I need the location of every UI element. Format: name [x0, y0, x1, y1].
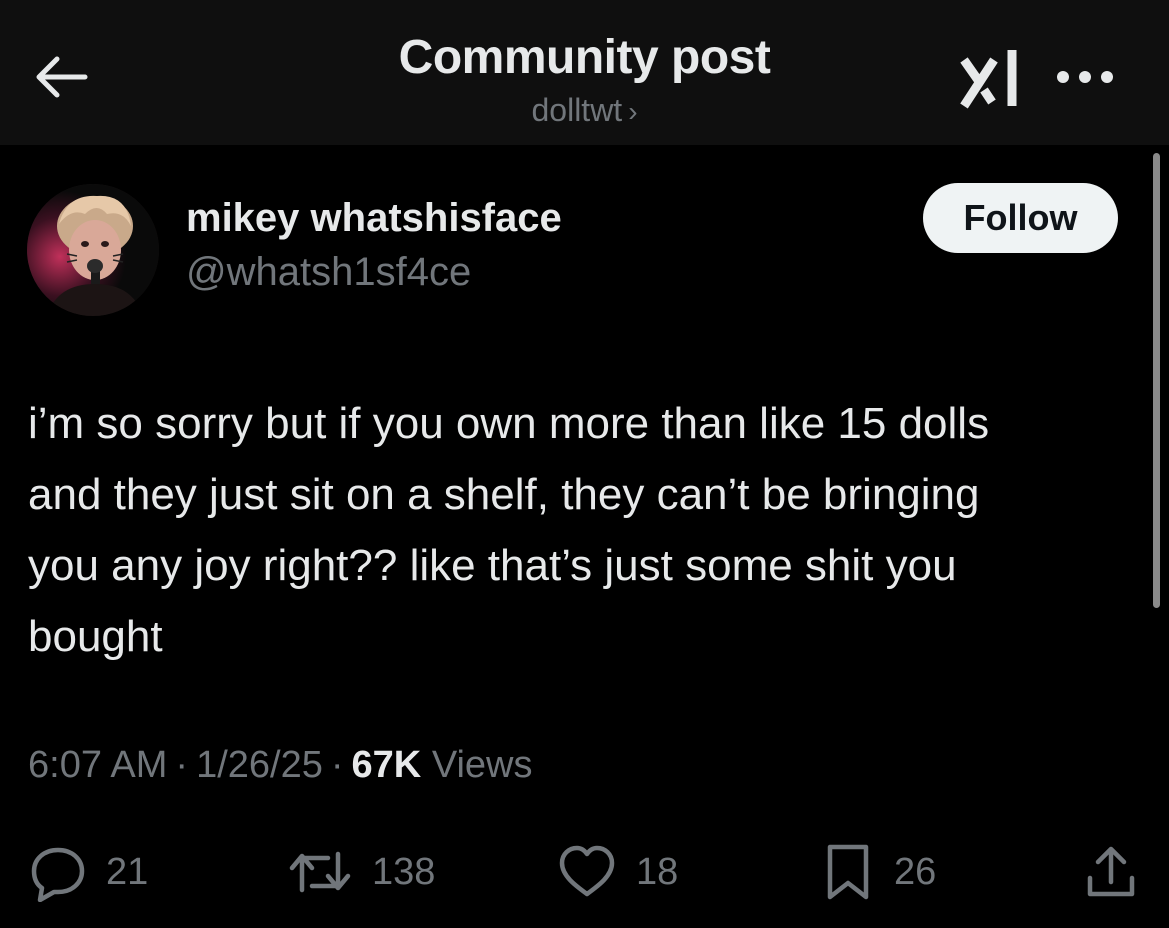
post-text-line: bought — [28, 612, 163, 661]
avatar[interactable] — [27, 184, 159, 316]
reply-button[interactable]: 21 — [28, 842, 148, 902]
like-count: 18 — [636, 850, 679, 893]
views-count: 67K — [351, 744, 422, 786]
top-bar: Community post dolltwt › — [0, 0, 1169, 145]
post-text-line: and they just sit on a shelf, they can’t… — [28, 470, 980, 519]
post-date: 1/26/25 — [196, 744, 323, 786]
meta-separator: · — [330, 744, 344, 786]
post-text-line: you any joy right?? like that’s just som… — [28, 541, 957, 590]
grok-icon — [960, 50, 1017, 109]
scrollbar[interactable] — [1153, 153, 1160, 608]
more-horizontal-icon — [1057, 71, 1113, 83]
bookmark-button[interactable]: 26 — [820, 842, 936, 902]
repost-count: 138 — [372, 850, 436, 893]
avatar-photo — [27, 184, 159, 316]
heart-icon — [559, 845, 615, 897]
grok-button[interactable] — [952, 42, 1028, 118]
like-button[interactable]: 18 — [556, 842, 678, 902]
views-label: Views — [431, 744, 533, 786]
community-name: dolltwt — [531, 92, 623, 128]
author-handle[interactable]: @whatsh1sf4ce — [186, 250, 471, 295]
bookmark-count: 26 — [894, 850, 937, 893]
views-link[interactable]: 67K Views — [352, 744, 533, 786]
meta-separator: · — [175, 744, 189, 786]
author-name[interactable]: mikey whatshisface — [186, 196, 562, 241]
repost-icon — [289, 851, 351, 893]
post-meta: 6:07 AM · 1/26/25 · 67K Views — [28, 744, 533, 787]
post-text-line: i’m so sorry but if you own more than li… — [28, 399, 990, 448]
post-time: 6:07 AM — [28, 744, 168, 786]
reply-count: 21 — [106, 850, 149, 893]
reply-icon — [31, 847, 85, 902]
post-text: i’m so sorry but if you own more than li… — [28, 388, 1148, 672]
chevron-right-icon: › — [628, 96, 638, 127]
bookmark-icon — [827, 844, 869, 900]
more-options-button[interactable] — [1050, 52, 1120, 102]
share-icon — [1087, 846, 1135, 897]
share-button[interactable] — [1082, 842, 1140, 902]
repost-button[interactable]: 138 — [286, 842, 435, 902]
follow-button[interactable]: Follow — [923, 183, 1118, 253]
